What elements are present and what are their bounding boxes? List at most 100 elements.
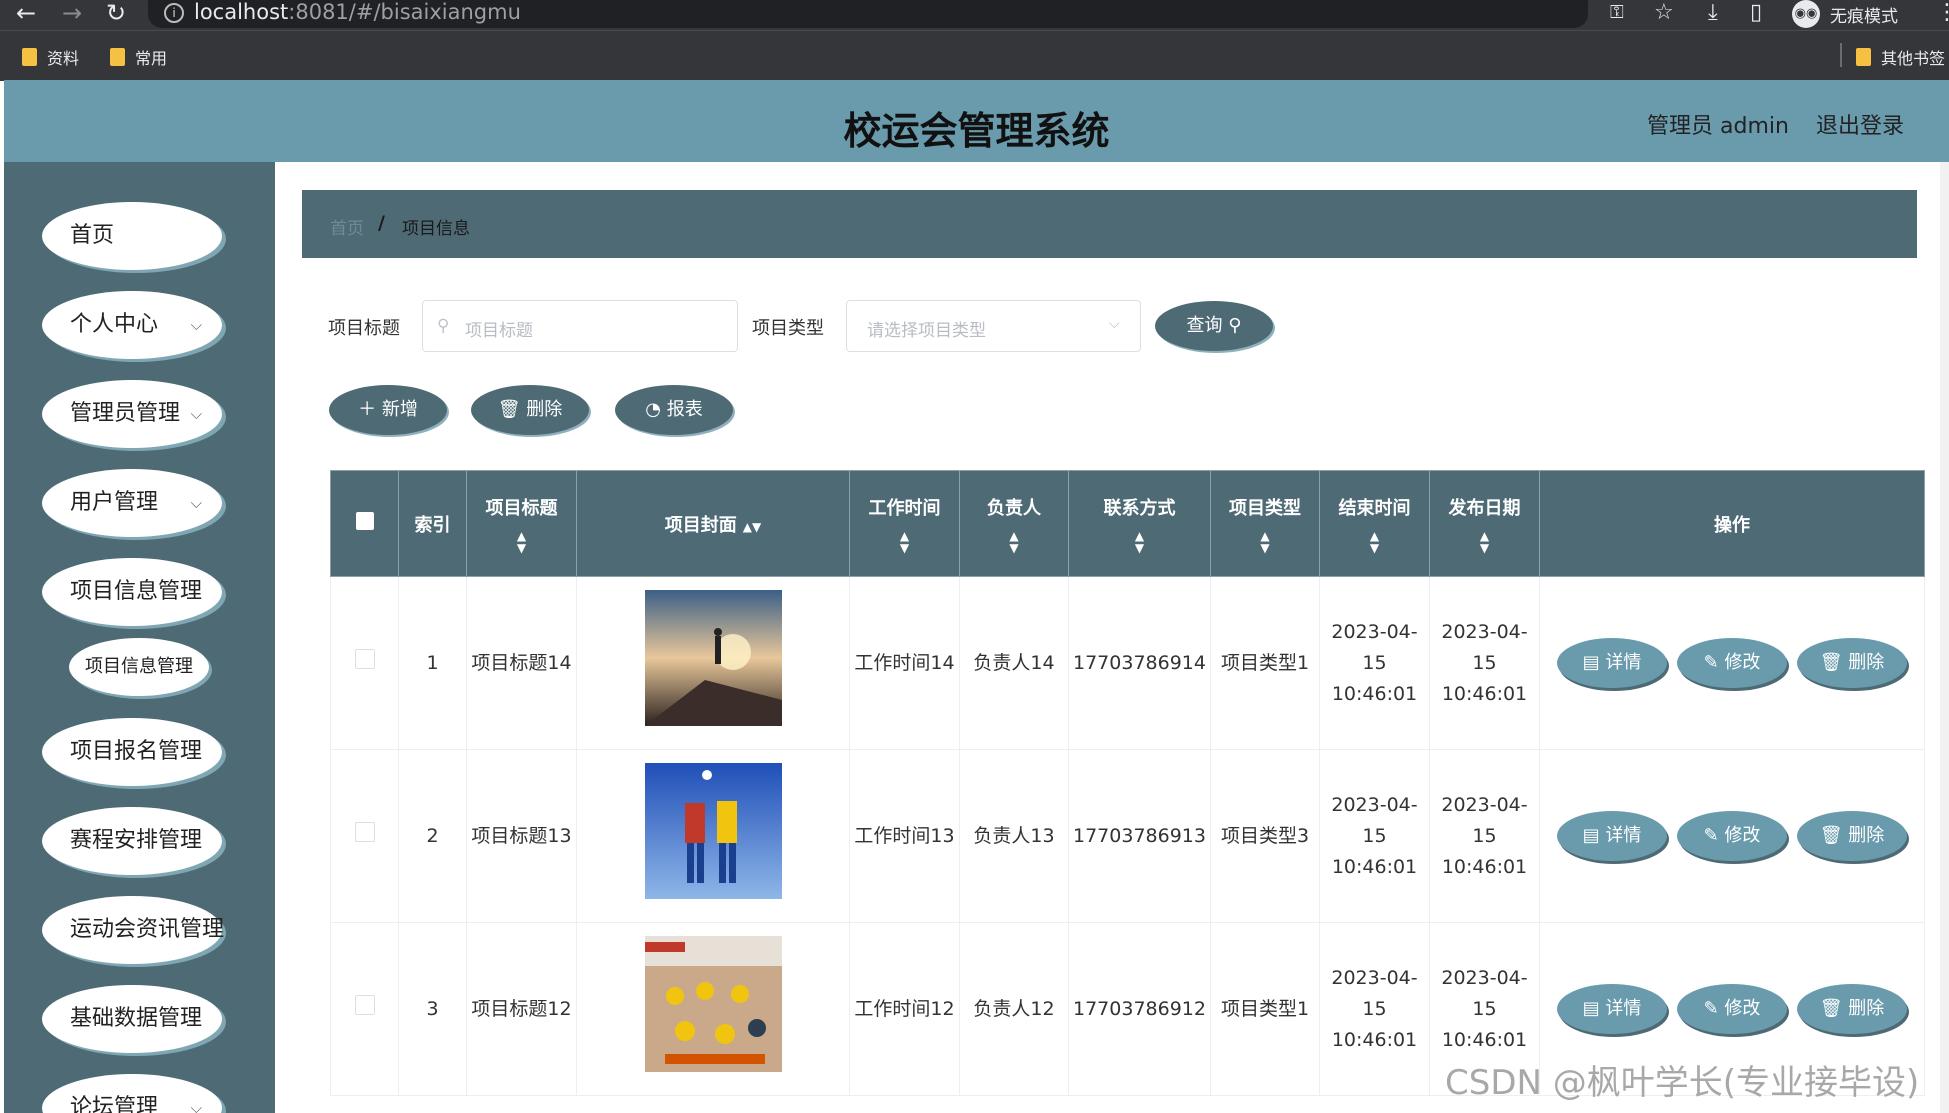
table-header-row: 索引 项目标题 ▲ ▼ 项目封面 ▲▼ 工作时间 ▲ ▼ 负责人 ▲ ▼ 联系方式 ▲ ▼ 项目类… — [330, 470, 1925, 577]
cell-work-time: 工作时间14 — [849, 576, 960, 750]
breadcrumb-home[interactable]: 首页 — [330, 214, 364, 239]
column-header[interactable]: 联系方式 ▲ ▼ — [1068, 470, 1211, 577]
sidebar-item-news[interactable]: 运动会资讯管理 — [42, 896, 224, 964]
sidebar-item-projects[interactable]: 项目信息管理 — [42, 558, 222, 626]
select-all-checkbox[interactable] — [330, 470, 399, 577]
trash-icon: 🗑 — [1819, 652, 1843, 673]
cell-end-time: 2023-04-15 10:46:01 — [1318, 576, 1430, 750]
bookmarks-bar: 资料 常用 其他书签 — [0, 30, 1949, 81]
type-select[interactable]: 请选择项目类型 ⌵ — [846, 300, 1141, 352]
report-button[interactable]: ◔ 报表 — [615, 385, 733, 435]
folder-icon — [1856, 48, 1871, 66]
page-scrollbar[interactable] — [1940, 162, 1949, 1113]
trash-icon: 🗑 — [1819, 825, 1843, 846]
sort-icon[interactable]: ▲▼ — [467, 530, 576, 554]
delete-button[interactable]: 🗑 删除 — [1796, 984, 1907, 1034]
column-header[interactable]: 项目类型 ▲ ▼ — [1209, 470, 1320, 577]
sort-icon[interactable]: ▲▼ — [1069, 530, 1210, 554]
detail-button[interactable]: ▤ 详情 — [1556, 984, 1667, 1034]
sidebar: 首页 个人中心 ⌵ 管理员管理 ⌵ 用户管理 ⌵ 项目信息管理 项目信息管理 项目报名… — [4, 162, 275, 1113]
forward-icon[interactable]: → — [62, 0, 82, 26]
title-placeholder: 项目标题 — [465, 321, 533, 341]
type-placeholder: 请选择项目类型 — [867, 321, 986, 341]
sidepanel-icon[interactable]: ▯ — [1750, 0, 1762, 26]
cover-image-volleyball[interactable] — [644, 763, 782, 899]
sidebar-subitem-projects[interactable]: 项目信息管理 — [69, 638, 209, 696]
cell-actions: ▤ 详情 ✎ 修改 🗑 删除 — [1538, 576, 1925, 750]
bookmark-folder[interactable]: 常用 — [110, 45, 167, 69]
edit-button[interactable]: ✎ 修改 — [1676, 984, 1787, 1034]
detail-button[interactable]: ▤ 详情 — [1556, 811, 1667, 861]
row-checkbox[interactable] — [330, 576, 399, 750]
delete-button[interactable]: 🗑 删除 — [1796, 638, 1907, 688]
cell-contact: 17703786913 — [1068, 749, 1211, 923]
sort-icon[interactable]: ▲▼ — [743, 520, 761, 534]
document-icon: ▤ — [1582, 825, 1600, 846]
column-header[interactable]: 结束时间 ▲ ▼ — [1318, 470, 1430, 577]
watermark: CSDN @枫叶学长(专业接毕设) — [1445, 1063, 1920, 1103]
edit-button[interactable]: ✎ 修改 — [1676, 638, 1787, 688]
sort-icon[interactable]: ▲▼ — [1430, 530, 1539, 554]
bookmark-folder[interactable]: 资料 — [22, 45, 79, 69]
chevron-down-icon: ⌵ — [190, 405, 202, 423]
sort-icon[interactable]: ▲▼ — [1320, 530, 1429, 554]
title-search-input[interactable]: ⚲ 项目标题 — [422, 300, 738, 352]
sidebar-item-schedule[interactable]: 赛程安排管理 — [42, 807, 222, 875]
cell-index: 2 — [398, 749, 467, 923]
sidebar-item-admins[interactable]: 管理员管理 ⌵ — [42, 380, 222, 448]
add-button[interactable]: ＋ 新增 — [329, 385, 447, 435]
sidebar-item-users[interactable]: 用户管理 ⌵ — [42, 469, 222, 537]
sidebar-item-registrations[interactable]: 项目报名管理 — [42, 718, 222, 786]
row-checkbox[interactable] — [330, 922, 399, 1096]
menu-icon[interactable]: ⋮ — [1936, 0, 1949, 26]
breadcrumb-current: 项目信息 — [402, 219, 470, 239]
pencil-icon: ✎ — [1703, 652, 1719, 673]
breadcrumb: 首页 / 项目信息 — [302, 190, 1917, 258]
url-text: localhost:8081/#/bisaixiangmu — [194, 0, 521, 24]
sort-icon[interactable]: ▲▼ — [960, 530, 1068, 554]
sort-icon[interactable]: ▲▼ — [850, 530, 959, 554]
cell-title: 项目标题12 — [466, 922, 577, 1096]
cell-owner: 负责人13 — [959, 749, 1069, 923]
edit-button[interactable]: ✎ 修改 — [1676, 811, 1787, 861]
reload-icon[interactable]: ↻ — [106, 0, 126, 26]
sort-icon[interactable]: ▲▼ — [1211, 530, 1319, 554]
search-icon: ⚲ — [1228, 315, 1242, 336]
trash-icon: 🗑 — [497, 399, 521, 420]
cell-contact: 17703786912 — [1068, 922, 1211, 1096]
other-bookmarks[interactable]: 其他书签 — [1856, 45, 1945, 69]
back-icon[interactable]: ← — [16, 0, 36, 26]
cell-work-time: 工作时间13 — [849, 749, 960, 923]
cell-type: 项目类型1 — [1209, 922, 1320, 1096]
cover-image-team[interactable] — [644, 936, 782, 1072]
cell-work-time: 工作时间12 — [849, 922, 960, 1096]
delete-button[interactable]: 🗑 删除 — [1796, 811, 1907, 861]
key-icon[interactable]: ⚿ — [1610, 0, 1624, 26]
chevron-down-icon: ⌵ — [1109, 316, 1120, 332]
sidebar-item-personal[interactable]: 个人中心 ⌵ — [42, 291, 222, 359]
info-icon[interactable]: i — [164, 3, 184, 23]
column-header[interactable]: 发布日期 ▲ ▼ — [1428, 470, 1540, 577]
admin-label: 管理员 admin — [1647, 114, 1789, 139]
sidebar-item-forum[interactable]: 论坛管理 ⌵ — [42, 1074, 222, 1113]
column-header[interactable]: 工作时间 ▲ ▼ — [849, 470, 960, 577]
sidebar-item-home[interactable]: 首页 — [42, 202, 222, 270]
logout-link[interactable]: 退出登录 — [1816, 108, 1904, 140]
incognito-icon[interactable]: ◉◉ — [1792, 0, 1820, 28]
sidebar-item-basedata[interactable]: 基础数据管理 — [42, 985, 222, 1053]
address-bar[interactable]: i localhost:8081/#/bisaixiangmu — [148, 0, 1588, 28]
cell-index: 3 — [398, 922, 467, 1096]
star-icon[interactable]: ☆ — [1654, 0, 1674, 26]
cell-publish-date: 2023-04-15 10:46:01 — [1428, 576, 1540, 750]
row-checkbox[interactable] — [330, 749, 399, 923]
column-header[interactable]: 项目封面 ▲▼ — [576, 470, 850, 577]
detail-button[interactable]: ▤ 详情 — [1556, 638, 1667, 688]
title-filter-label: 项目标题 — [328, 318, 400, 339]
query-button[interactable]: 查询 ⚲ — [1155, 301, 1273, 351]
cover-image-runner[interactable] — [644, 590, 782, 726]
column-header[interactable]: 负责人 ▲ ▼ — [959, 470, 1069, 577]
batch-delete-button[interactable]: 🗑 删除 — [471, 385, 589, 435]
folder-icon — [110, 48, 125, 66]
column-header[interactable]: 项目标题 ▲ ▼ — [466, 470, 577, 577]
download-icon[interactable]: ⤓ — [1708, 0, 1718, 26]
